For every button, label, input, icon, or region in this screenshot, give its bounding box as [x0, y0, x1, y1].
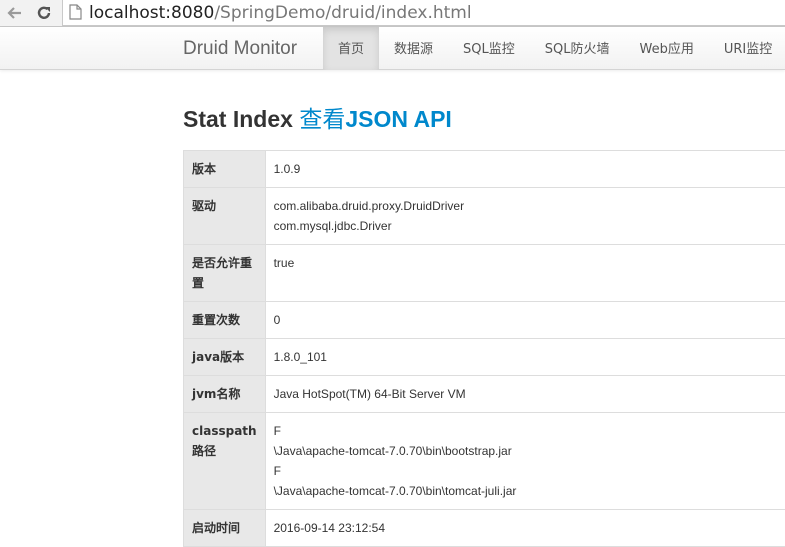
value-line: 0	[273, 313, 281, 327]
value-line: 1.8.0_101	[273, 350, 327, 364]
browser-toolbar: localhost:8080/SpringDemo/druid/index.ht…	[0, 0, 785, 27]
url-text: localhost:8080/SpringDemo/druid/index.ht…	[89, 3, 472, 23]
top-navbar: Druid Monitor 首页 数据源 SQL监控 SQL防火墙 Web应用 URI监控…	[0, 27, 785, 70]
nav-item-5[interactable]: URI监控	[709, 27, 785, 70]
reload-icon[interactable]	[33, 2, 55, 24]
value-line: Java HotSpot(TM) 64-Bit Server VM	[273, 387, 466, 401]
value-line: 2016-09-14 23:12:54	[273, 521, 386, 535]
nav-item-2[interactable]: SQL监控	[448, 27, 530, 70]
row-label: 是否允许重置	[183, 244, 266, 302]
row-value: 0	[264, 301, 785, 339]
nav-item-4[interactable]: Web应用	[625, 27, 709, 70]
nav-menu: 首页数据源SQL监控SQL防火墙Web应用URI监控S	[323, 27, 785, 70]
table-row: classpath路径 F \Java\apache-tomcat-7.0.70\b…	[183, 412, 785, 510]
stat-table: 版本 1.0.9 驱动 com.alibaba.druid.proxy.DruidDr…	[183, 150, 785, 547]
page-icon	[69, 4, 82, 20]
table-row: 驱动 com.alibaba.druid.proxy.DruidDriver com…	[183, 187, 785, 245]
page-title: Stat Index 查看JSON API	[183, 106, 452, 133]
row-label: java版本	[183, 338, 266, 376]
row-label: classpath路径	[183, 412, 266, 510]
value-line: true	[273, 256, 295, 270]
table-row: 重置次数 0	[183, 301, 785, 339]
table-row: 版本 1.0.9	[183, 150, 785, 188]
nav-item-0[interactable]: 首页	[323, 27, 380, 70]
table-row: java版本 1.8.0_101	[183, 338, 785, 376]
row-label: 驱动	[183, 187, 266, 245]
value-line: com.alibaba.druid.proxy.DruidDriver	[273, 199, 465, 213]
value-line: com.mysql.jdbc.Driver	[273, 219, 392, 233]
nav-item-1[interactable]: 数据源	[379, 27, 448, 70]
table-row: jvm名称 Java HotSpot(TM) 64-Bit Server VM	[183, 375, 785, 413]
nav-item-3[interactable]: SQL防火墙	[530, 27, 625, 70]
row-label: 版本	[183, 150, 266, 188]
row-value: com.alibaba.druid.proxy.DruidDriver com.m…	[264, 187, 785, 245]
brand-logo-text[interactable]: Druid Monitor	[183, 27, 297, 70]
row-value: F \Java\apache-tomcat-7.0.70\bin\bootstra…	[264, 412, 785, 510]
value-line: \Java\apache-tomcat-7.0.70\bin\tomcat-ju…	[273, 484, 517, 498]
row-value: Java HotSpot(TM) 64-Bit Server VM	[264, 375, 785, 413]
value-line: \Java\apache-tomcat-7.0.70\bin\bootstrap…	[273, 444, 512, 458]
value-line: F	[273, 464, 281, 478]
table-row: 是否允许重置 true	[183, 244, 785, 302]
row-value: 1.0.9	[264, 150, 785, 188]
value-line: 1.0.9	[273, 162, 301, 176]
table-row: 启动时间 2016-09-14 23:12:54	[183, 509, 785, 547]
row-value: true	[264, 244, 785, 302]
address-bar[interactable]: localhost:8080/SpringDemo/druid/index.ht…	[62, 0, 785, 26]
back-arrow-icon[interactable]	[4, 2, 26, 24]
row-label: 启动时间	[183, 509, 266, 547]
row-label: 重置次数	[183, 301, 266, 339]
value-line: F	[273, 424, 281, 438]
row-value: 2016-09-14 23:12:54	[264, 509, 785, 547]
json-api-link[interactable]: 查看JSON API	[299, 106, 452, 133]
row-value: 1.8.0_101	[264, 338, 785, 376]
row-label: jvm名称	[183, 375, 266, 413]
